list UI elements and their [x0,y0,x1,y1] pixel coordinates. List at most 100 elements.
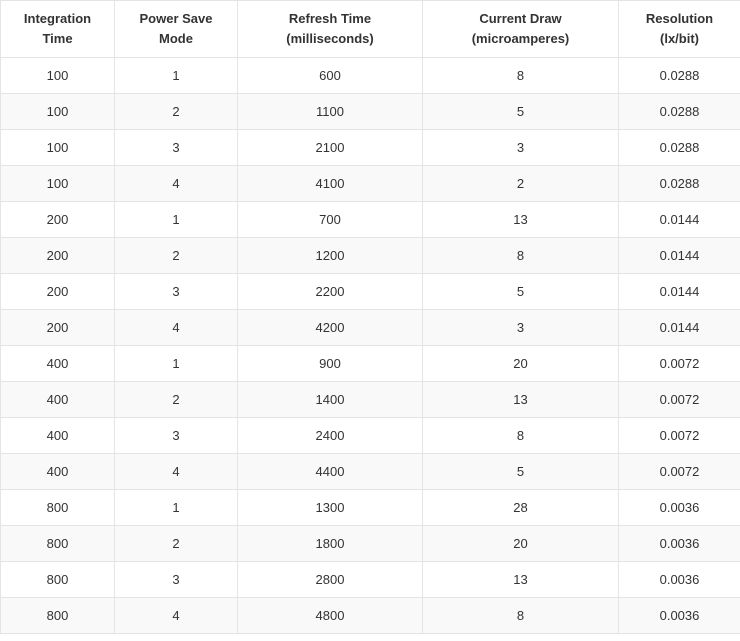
cell-current-draw: 20 [422,345,619,382]
cell-current-draw: 13 [422,381,619,418]
cell-integration-time: 800 [0,597,115,634]
cell-integration-time: 400 [0,345,115,382]
cell-refresh-time: 1300 [237,489,423,526]
cell-power-save-mode: 2 [114,525,238,562]
table-row: 100 1 600 8 0.0288 [0,57,740,94]
cell-current-draw: 13 [422,561,619,598]
cell-integration-time: 400 [0,381,115,418]
cell-refresh-time: 2400 [237,417,423,454]
header-resolution: Resolution (lx/bit) [618,0,740,58]
cell-refresh-time: 2100 [237,129,423,166]
cell-resolution: 0.0144 [618,237,740,274]
cell-refresh-time: 4800 [237,597,423,634]
table-header: Integration Time Power Save Mode Refresh… [0,0,740,58]
cell-resolution: 0.0144 [618,309,740,346]
table-row: 200 3 2200 5 0.0144 [0,273,740,310]
cell-current-draw: 2 [422,165,619,202]
cell-integration-time: 800 [0,561,115,598]
table-row: 800 3 2800 13 0.0036 [0,561,740,598]
cell-current-draw: 8 [422,417,619,454]
header-power-save-mode: Power Save Mode [114,0,238,58]
cell-power-save-mode: 1 [114,201,238,238]
cell-resolution: 0.0036 [618,597,740,634]
cell-resolution: 0.0288 [618,57,740,94]
cell-power-save-mode: 1 [114,345,238,382]
cell-refresh-time: 1100 [237,93,423,130]
header-current-draw: Current Draw (microamperes) [422,0,619,58]
cell-integration-time: 800 [0,489,115,526]
cell-power-save-mode: 3 [114,561,238,598]
cell-resolution: 0.0288 [618,165,740,202]
cell-power-save-mode: 4 [114,309,238,346]
cell-refresh-time: 4400 [237,453,423,490]
cell-integration-time: 100 [0,57,115,94]
cell-refresh-time: 1200 [237,237,423,274]
table-row: 100 4 4100 2 0.0288 [0,165,740,202]
table-row: 800 4 4800 8 0.0036 [0,597,740,634]
table-row: 400 2 1400 13 0.0072 [0,381,740,418]
cell-current-draw: 13 [422,201,619,238]
cell-resolution: 0.0072 [618,381,740,418]
cell-integration-time: 200 [0,309,115,346]
cell-current-draw: 5 [422,93,619,130]
cell-resolution: 0.0036 [618,525,740,562]
cell-refresh-time: 1400 [237,381,423,418]
cell-integration-time: 100 [0,93,115,130]
cell-integration-time: 400 [0,453,115,490]
cell-refresh-time: 2200 [237,273,423,310]
table-row: 200 4 4200 3 0.0144 [0,309,740,346]
cell-integration-time: 200 [0,237,115,274]
cell-power-save-mode: 2 [114,381,238,418]
table-row: 200 2 1200 8 0.0144 [0,237,740,274]
cell-current-draw: 5 [422,453,619,490]
cell-power-save-mode: 3 [114,417,238,454]
cell-current-draw: 5 [422,273,619,310]
cell-power-save-mode: 1 [114,57,238,94]
header-integration-time: Integration Time [0,0,115,58]
cell-power-save-mode: 4 [114,453,238,490]
cell-integration-time: 100 [0,129,115,166]
cell-resolution: 0.0144 [618,273,740,310]
cell-current-draw: 28 [422,489,619,526]
cell-current-draw: 8 [422,57,619,94]
cell-refresh-time: 1800 [237,525,423,562]
cell-power-save-mode: 4 [114,165,238,202]
table-row: 400 1 900 20 0.0072 [0,345,740,382]
cell-power-save-mode: 2 [114,93,238,130]
table-row: 200 1 700 13 0.0144 [0,201,740,238]
table-body: 100 1 600 8 0.0288 100 2 1100 5 0.0288 100 3 2100 3 0.… [0,57,740,634]
table-row: 400 3 2400 8 0.0072 [0,417,740,454]
cell-resolution: 0.0036 [618,489,740,526]
cell-refresh-time: 900 [237,345,423,382]
table-row: 100 3 2100 3 0.0288 [0,129,740,166]
table-row: 100 2 1100 5 0.0288 [0,93,740,130]
cell-resolution: 0.0072 [618,345,740,382]
cell-integration-time: 400 [0,417,115,454]
cell-resolution: 0.0072 [618,453,740,490]
cell-resolution: 0.0288 [618,129,740,166]
cell-power-save-mode: 3 [114,129,238,166]
cell-current-draw: 3 [422,309,619,346]
cell-current-draw: 20 [422,525,619,562]
cell-power-save-mode: 4 [114,597,238,634]
cell-resolution: 0.0144 [618,201,740,238]
cell-power-save-mode: 2 [114,237,238,274]
cell-refresh-time: 4200 [237,309,423,346]
cell-resolution: 0.0036 [618,561,740,598]
cell-resolution: 0.0072 [618,417,740,454]
cell-power-save-mode: 3 [114,273,238,310]
table-row: 400 4 4400 5 0.0072 [0,453,740,490]
cell-resolution: 0.0288 [618,93,740,130]
header-row: Integration Time Power Save Mode Refresh… [0,0,740,58]
cell-integration-time: 200 [0,201,115,238]
cell-power-save-mode: 1 [114,489,238,526]
header-refresh-time: Refresh Time (milliseconds) [237,0,423,58]
cell-integration-time: 200 [0,273,115,310]
cell-refresh-time: 600 [237,57,423,94]
cell-current-draw: 8 [422,597,619,634]
cell-refresh-time: 2800 [237,561,423,598]
cell-current-draw: 3 [422,129,619,166]
cell-integration-time: 800 [0,525,115,562]
cell-current-draw: 8 [422,237,619,274]
cell-integration-time: 100 [0,165,115,202]
